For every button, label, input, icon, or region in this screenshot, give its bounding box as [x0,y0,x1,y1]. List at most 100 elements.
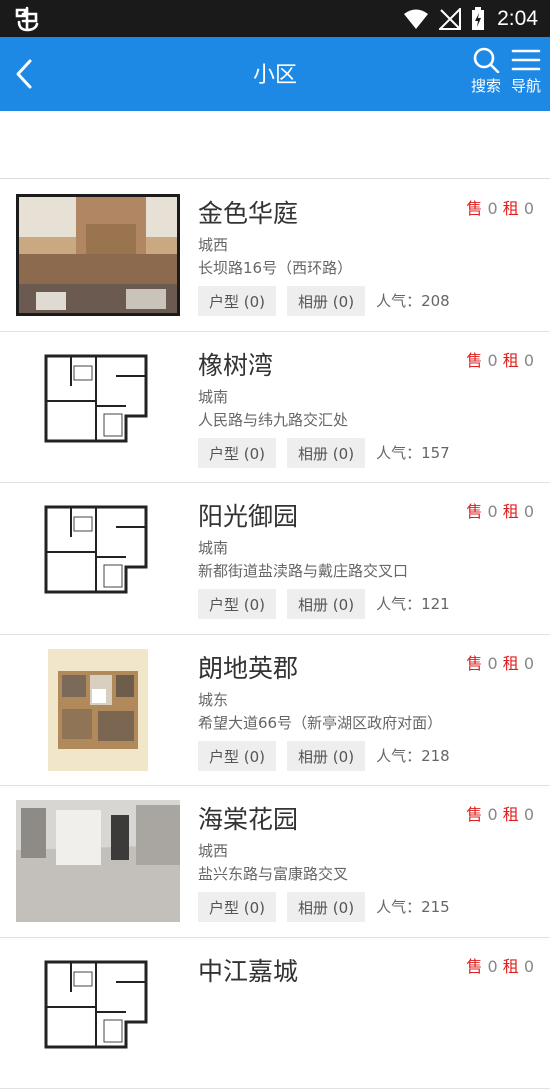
sale-rent-counts: 售 0 租 0 [466,650,534,674]
rent-count: 0 [524,805,534,824]
popularity: 人气：121 [376,588,450,620]
rent-count: 0 [524,199,534,218]
rent-count: 0 [524,957,534,976]
popularity: 人气：157 [376,437,450,469]
wifi-icon [403,8,429,30]
sale-label: 售 [466,502,482,521]
battery-charging-icon [471,7,485,31]
community-tags: 户型 (0) 相册 (0) 人气：208 [198,286,450,316]
community-name: 阳光御园 [198,497,298,533]
sale-label: 售 [466,654,482,673]
rent-label: 租 [503,351,519,370]
popularity-value: 218 [421,747,450,765]
popularity-label: 人气： [376,444,421,462]
sale-label: 售 [466,957,482,976]
search-icon [472,47,500,73]
sale-rent-counts: 售 0 租 0 [466,347,534,371]
community-thumbnail [16,497,180,619]
sale-label: 售 [466,199,482,218]
community-tags: 户型 (0) 相册 (0) 人气：215 [198,892,450,922]
navigation-menu-button[interactable]: 导航 [506,47,546,107]
community-list[interactable]: 金色华庭 售 0 租 0 城西 长坝路16号（西环路） 户型 (0) 相册 (0… [0,180,550,1089]
sale-rent-counts: 售 0 租 0 [466,195,534,219]
community-thumbnail [16,952,180,1074]
popularity-label: 人气： [376,747,421,765]
sale-rent-counts: 售 0 租 0 [466,801,534,825]
community-address: 人民路与纬九路交汇处 [198,409,348,430]
album-tag-button[interactable]: 相册 (0) [287,589,365,619]
community-name: 中江嘉城 [198,952,298,988]
community-district: 城南 [198,537,228,558]
popularity-value: 121 [421,595,450,613]
rent-count: 0 [524,502,534,521]
clock: 2:04 [497,7,538,31]
status-bar: 2:04 [0,0,550,37]
sale-count: 0 [487,654,502,673]
rent-count: 0 [524,654,534,673]
sale-count: 0 [487,957,502,976]
community-tags: 户型 (0) 相册 (0) 人气：218 [198,741,450,771]
sale-count: 0 [487,351,502,370]
album-tag-button[interactable]: 相册 (0) [287,438,365,468]
sale-label: 售 [466,351,482,370]
community-district: 城西 [198,234,228,255]
rent-label: 租 [503,957,519,976]
menu-icon [511,47,541,73]
sale-count: 0 [487,805,502,824]
popularity-label: 人气： [376,595,421,613]
community-address: 希望大道66号（新亭湖区政府对面） [198,712,442,733]
community-address: 盐兴东路与富康路交叉 [198,863,348,884]
rent-label: 租 [503,654,519,673]
sale-count: 0 [487,502,502,521]
rent-count: 0 [524,351,534,370]
popularity-value: 208 [421,292,450,310]
search-label: 搜索 [471,75,501,96]
nav-label: 导航 [511,75,541,96]
popularity-value: 215 [421,898,450,916]
rent-label: 租 [503,502,519,521]
community-tags: 户型 (0) 相册 (0) 人气：121 [198,589,450,619]
popularity: 人气：215 [376,891,450,923]
rent-label: 租 [503,805,519,824]
sale-rent-counts: 售 0 租 0 [466,498,534,522]
community-thumbnail [16,649,180,771]
community-item[interactable]: 橡树湾 售 0 租 0 城南 人民路与纬九路交汇处 户型 (0) 相册 (0) … [0,332,550,484]
community-thumbnail [16,346,180,468]
layout-tag-button[interactable]: 户型 (0) [198,892,276,922]
search-button[interactable]: 搜索 [466,47,506,107]
rent-label: 租 [503,199,519,218]
community-item[interactable]: 朗地英郡 售 0 租 0 城东 希望大道66号（新亭湖区政府对面） 户型 (0)… [0,635,550,787]
layout-tag-button[interactable]: 户型 (0) [198,438,276,468]
community-district: 城南 [198,386,228,407]
community-item[interactable]: 金色华庭 售 0 租 0 城西 长坝路16号（西环路） 户型 (0) 相册 (0… [0,180,550,332]
popularity-label: 人气： [376,898,421,916]
album-tag-button[interactable]: 相册 (0) [287,892,365,922]
sale-label: 售 [466,805,482,824]
popularity-value: 157 [421,444,450,462]
community-name: 金色华庭 [198,194,298,230]
community-address: 新都街道盐渎路与戴庄路交叉口 [198,560,408,581]
layout-tag-button[interactable]: 户型 (0) [198,286,276,316]
sale-count: 0 [487,199,502,218]
popularity-label: 人气： [376,292,421,310]
community-thumbnail [16,800,180,922]
community-name: 橡树湾 [198,346,273,382]
no-signal-icon [439,8,461,30]
community-district: 城东 [198,689,228,710]
filter-area [0,111,550,179]
album-tag-button[interactable]: 相册 (0) [287,286,365,316]
album-tag-button[interactable]: 相册 (0) [287,741,365,771]
community-thumbnail [16,194,180,316]
community-tags: 户型 (0) 相册 (0) 人气：157 [198,438,450,468]
community-item[interactable]: 海棠花园 售 0 租 0 城西 盐兴东路与富康路交叉 户型 (0) 相册 (0)… [0,786,550,938]
sale-rent-counts: 售 0 租 0 [466,953,534,977]
community-address: 长坝路16号（西环路） [198,257,352,278]
layout-tag-button[interactable]: 户型 (0) [198,741,276,771]
app-notification-icon [14,6,40,32]
layout-tag-button[interactable]: 户型 (0) [198,589,276,619]
community-name: 朗地英郡 [198,649,298,685]
popularity: 人气：218 [376,740,450,772]
community-item[interactable]: 阳光御园 售 0 租 0 城南 新都街道盐渎路与戴庄路交叉口 户型 (0) 相册… [0,483,550,635]
community-item[interactable]: 中江嘉城 售 0 租 0 户型 (0) 相册 (0) [0,938,550,1089]
community-name: 海棠花园 [198,800,298,836]
